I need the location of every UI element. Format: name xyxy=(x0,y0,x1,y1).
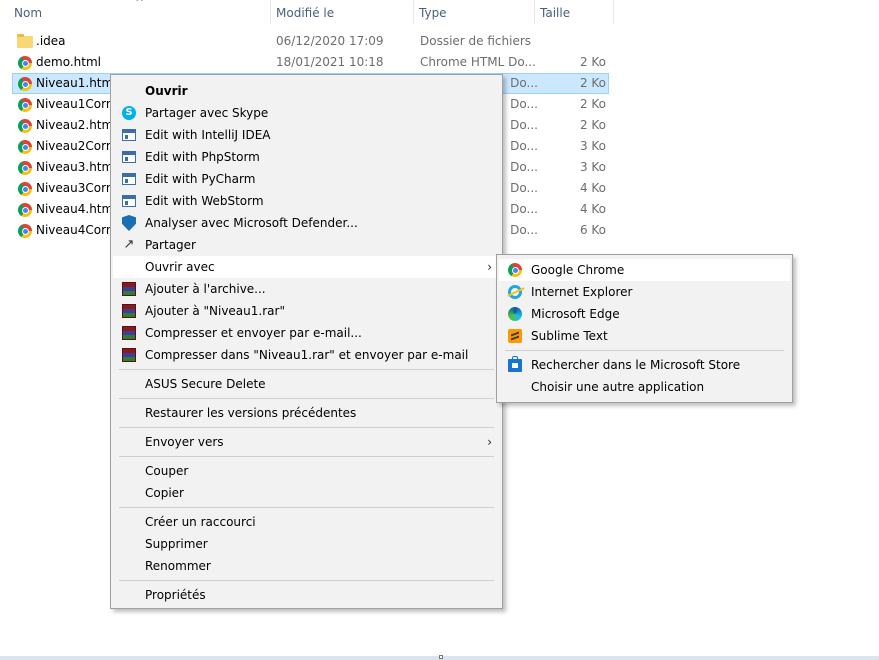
application-window-icon xyxy=(121,193,137,209)
file-size: 3 Ko xyxy=(579,160,606,174)
internet-explorer-icon xyxy=(507,284,523,300)
chrome-icon xyxy=(17,76,33,92)
menu-item-properties[interactable]: Propriétés xyxy=(113,584,500,606)
menu-item-share-skype[interactable]: S Partager avec Skype xyxy=(113,102,500,124)
chrome-icon xyxy=(507,262,523,278)
menu-item-edit-intellij[interactable]: Edit with IntelliJ IDEA xyxy=(113,124,500,146)
chrome-icon xyxy=(17,223,33,239)
application-window-icon xyxy=(121,171,137,187)
menu-item-edit-pycharm[interactable]: Edit with PyCharm xyxy=(113,168,500,190)
menu-item-restore-versions[interactable]: Restaurer les versions précédentes xyxy=(113,402,500,424)
skype-icon: S xyxy=(121,105,137,121)
menu-item-create-shortcut[interactable]: Créer un raccourci xyxy=(113,511,500,533)
share-icon: ↗ xyxy=(123,237,135,252)
resize-handle[interactable] xyxy=(439,655,443,659)
context-menu: Ouvrir S Partager avec Skype Edit with I… xyxy=(110,74,503,609)
menu-item-copy[interactable]: Copier xyxy=(113,482,500,504)
menu-item-edit-phpstorm[interactable]: Edit with PhpStorm xyxy=(113,146,500,168)
submenu-item-sublime-text[interactable]: Sublime Text xyxy=(499,325,790,347)
sublime-text-icon xyxy=(507,328,523,344)
application-window-icon xyxy=(121,149,137,165)
winrar-icon xyxy=(121,325,137,341)
file-size: 2 Ko xyxy=(579,76,606,90)
menu-separator xyxy=(119,427,494,428)
file-size: 6 Ko xyxy=(579,223,606,237)
submenu-item-google-chrome[interactable]: Google Chrome xyxy=(499,259,790,281)
file-row[interactable]: demo.html 18/01/2021 10:18 Chrome HTML D… xyxy=(12,52,609,73)
menu-separator xyxy=(119,507,494,508)
menu-item-open[interactable]: Ouvrir xyxy=(113,80,500,102)
chrome-icon xyxy=(17,181,33,197)
file-name: demo.html xyxy=(36,55,101,69)
chrome-icon xyxy=(17,118,33,134)
sort-ascending-icon: ^ xyxy=(135,0,145,9)
column-divider[interactable] xyxy=(613,0,614,24)
menu-item-compress-email[interactable]: Compresser et envoyer par e-mail... xyxy=(113,322,500,344)
menu-item-add-archive[interactable]: Ajouter à l'archive... xyxy=(113,278,500,300)
file-row[interactable]: .idea 06/12/2020 17:09 Dossier de fichie… xyxy=(12,31,609,52)
file-type: Chrome HTML Do... xyxy=(420,55,536,69)
column-header-size[interactable]: Taille xyxy=(534,0,614,24)
open-with-submenu: Google Chrome Internet Explorer Microsof… xyxy=(496,254,793,403)
menu-separator xyxy=(119,398,494,399)
menu-item-send-to[interactable]: Envoyer vers › xyxy=(113,431,500,453)
folder-icon xyxy=(17,34,33,50)
menu-item-edit-webstorm[interactable]: Edit with WebStorm xyxy=(113,190,500,212)
application-window-icon xyxy=(121,127,137,143)
chrome-icon xyxy=(17,160,33,176)
menu-item-compress-rar-email[interactable]: Compresser dans "Niveau1.rar" et envoyer… xyxy=(113,344,500,366)
column-header-type[interactable]: Type xyxy=(413,0,534,24)
file-modified: 06/12/2020 17:09 xyxy=(276,34,384,48)
file-size: 4 Ko xyxy=(579,202,606,216)
chrome-icon xyxy=(17,97,33,113)
edge-icon xyxy=(507,306,523,322)
file-type: Dossier de fichiers xyxy=(420,34,532,48)
submenu-item-choose-other-app[interactable]: Choisir une autre application xyxy=(499,376,790,398)
winrar-icon xyxy=(121,303,137,319)
column-header-bar: Nom ^ Modifié le Type Taille xyxy=(0,0,614,24)
defender-shield-icon xyxy=(121,215,137,231)
file-size xyxy=(538,31,606,52)
file-size: 2 Ko xyxy=(579,55,606,69)
menu-separator xyxy=(119,369,494,370)
menu-item-asus-secure-delete[interactable]: ASUS Secure Delete xyxy=(113,373,500,395)
menu-item-delete[interactable]: Supprimer xyxy=(113,533,500,555)
menu-item-share[interactable]: ↗ Partager xyxy=(113,234,500,256)
submenu-item-microsoft-store[interactable]: Rechercher dans le Microsoft Store xyxy=(499,354,790,376)
file-size: 4 Ko xyxy=(579,181,606,195)
winrar-icon xyxy=(121,281,137,297)
menu-item-open-with[interactable]: Ouvrir avec › xyxy=(113,256,500,278)
chrome-icon xyxy=(17,55,33,71)
file-size: 3 Ko xyxy=(579,139,606,153)
menu-item-rename[interactable]: Renommer xyxy=(113,555,500,577)
file-size: 2 Ko xyxy=(579,118,606,132)
chrome-icon xyxy=(17,202,33,218)
menu-item-cut[interactable]: Couper xyxy=(113,460,500,482)
file-name: .idea xyxy=(36,34,66,48)
file-modified: 18/01/2021 10:18 xyxy=(276,55,384,69)
chrome-icon xyxy=(17,139,33,155)
store-icon xyxy=(507,356,523,373)
menu-separator xyxy=(119,580,494,581)
chevron-right-icon: › xyxy=(487,260,492,274)
submenu-item-microsoft-edge[interactable]: Microsoft Edge xyxy=(499,303,790,325)
column-header-modified[interactable]: Modifié le xyxy=(270,0,413,24)
menu-item-add-rar[interactable]: Ajouter à "Niveau1.rar" xyxy=(113,300,500,322)
menu-separator xyxy=(119,456,494,457)
chevron-right-icon: › xyxy=(487,435,492,449)
file-size: 2 Ko xyxy=(579,97,606,111)
submenu-item-internet-explorer[interactable]: Internet Explorer xyxy=(499,281,790,303)
winrar-icon xyxy=(121,347,137,363)
menu-separator xyxy=(505,350,784,351)
menu-item-defender-scan[interactable]: Analyser avec Microsoft Defender... xyxy=(113,212,500,234)
